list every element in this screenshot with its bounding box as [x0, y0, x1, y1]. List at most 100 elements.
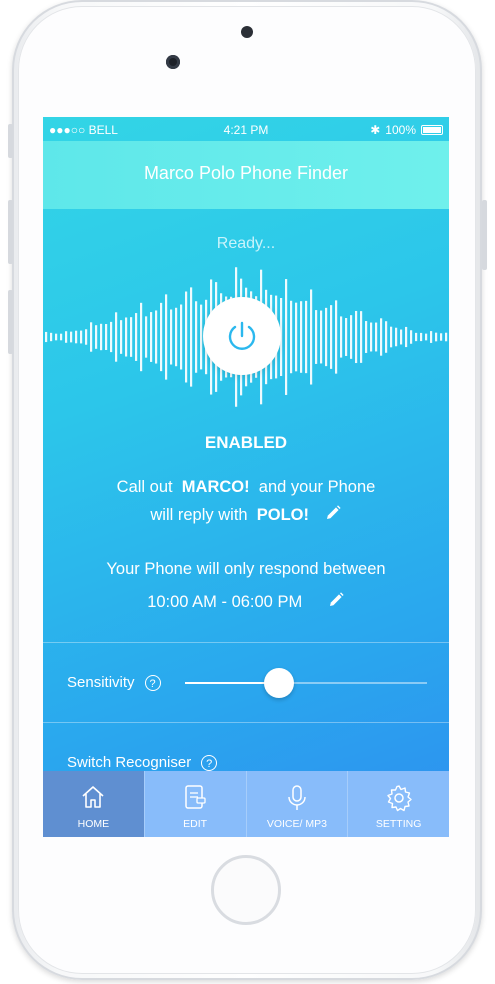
- wave-bar: [285, 279, 288, 395]
- wave-bar: [310, 289, 313, 385]
- wave-bar: [165, 294, 168, 380]
- wave-bar: [130, 317, 133, 357]
- wave-bar: [175, 307, 178, 367]
- wave-bar: [435, 332, 438, 342]
- wave-bar: [325, 307, 328, 367]
- switch-recogniser-row[interactable]: Switch Recogniser?: [67, 754, 218, 772]
- wave-bar: [425, 333, 428, 341]
- wave-bar: [115, 312, 118, 362]
- wave-bar: [295, 302, 298, 372]
- nav-bar: Marco Polo Phone Finder: [43, 141, 449, 209]
- volume-up-button: [8, 200, 13, 264]
- wave-bar: [415, 332, 418, 342]
- sensitivity-label: Sensitivity: [67, 674, 135, 691]
- wave-bar: [150, 312, 153, 362]
- power-button[interactable]: [203, 297, 281, 375]
- wave-bar: [185, 291, 188, 383]
- gear-icon: [348, 783, 449, 813]
- slider-thumb[interactable]: [264, 668, 295, 698]
- wave-bar: [350, 315, 353, 359]
- tab-bar: HOME EDIT VOICE/ MP3 SETTING: [43, 771, 449, 837]
- keyword-polo: POLO!: [256, 505, 309, 524]
- status-bar: ●●●○○ BELL 4:21 PM ✱ 100%: [43, 117, 449, 141]
- wave-bar: [110, 321, 113, 353]
- wave-bar: [440, 333, 443, 341]
- wave-bar: [395, 327, 398, 347]
- tab-voice-mp3[interactable]: VOICE/ MP3: [245, 771, 348, 837]
- state-label: ENABLED: [204, 433, 288, 452]
- wave-bar: [145, 316, 148, 358]
- wave-bar: [360, 311, 363, 363]
- battery-icon: [421, 125, 443, 135]
- tab-setting[interactable]: SETTING: [347, 771, 449, 837]
- page-title: Marco Polo Phone Finder: [143, 163, 349, 183]
- wave-bar: [60, 333, 63, 341]
- wave-bar: [105, 324, 108, 350]
- wave-bar: [330, 305, 333, 369]
- wave-bar: [170, 309, 173, 365]
- time-range-line: 10:00 AM - 06:00 PM: [43, 591, 449, 614]
- mute-switch: [8, 124, 13, 158]
- callout-line: Call out MARCO! and your Phone: [116, 478, 376, 496]
- wave-bar: [345, 318, 348, 356]
- wave-bar: [160, 302, 163, 372]
- wave-bar: [90, 322, 93, 352]
- edit-icon: [145, 783, 246, 813]
- wave-bar: [135, 313, 138, 361]
- keyword-marco: MARCO!: [181, 478, 250, 496]
- switch-recogniser-label: Switch Recogniser: [67, 754, 192, 771]
- switch-help-icon[interactable]: ?: [201, 755, 218, 772]
- app-screen: ●●●○○ BELL 4:21 PM ✱ 100% Marco Polo Pho…: [43, 117, 449, 837]
- microphone-icon: [247, 783, 348, 813]
- wave-bar: [380, 318, 383, 356]
- battery-percent: 100%: [385, 123, 416, 137]
- wave-bar: [375, 322, 378, 352]
- wave-bar: [125, 317, 128, 357]
- status-text: Ready...: [216, 235, 276, 252]
- wave-bar: [120, 320, 123, 354]
- wave-bar: [305, 300, 308, 374]
- wave-bar: [140, 302, 143, 372]
- wave-bar: [300, 301, 303, 373]
- wave-bar: [190, 287, 193, 387]
- wave-bar: [405, 326, 408, 348]
- wave-bar: [85, 329, 88, 345]
- wave-bar: [370, 322, 373, 352]
- wave-bar: [195, 301, 198, 373]
- edit-time-pencil-icon[interactable]: [327, 591, 345, 614]
- wave-bar: [385, 321, 388, 353]
- power-side-button: [482, 200, 487, 270]
- wave-bar: [420, 332, 423, 342]
- tab-edit[interactable]: EDIT: [143, 771, 246, 837]
- bluetooth-icon: ✱: [370, 123, 381, 137]
- wave-bar: [390, 326, 393, 348]
- wave-bar: [320, 310, 323, 364]
- wave-bar: [315, 310, 318, 364]
- sensitivity-row: Sensitivity?: [67, 674, 161, 692]
- home-button[interactable]: [211, 855, 281, 925]
- earpiece: [241, 26, 253, 38]
- wave-bar: [65, 331, 68, 343]
- wave-bar: [180, 304, 183, 370]
- sensitivity-slider[interactable]: [185, 668, 427, 698]
- edit-phrase-pencil-icon[interactable]: [324, 504, 342, 527]
- tab-home[interactable]: HOME: [43, 771, 144, 837]
- divider: [43, 722, 449, 723]
- wave-bar: [55, 333, 58, 341]
- wave-bar: [95, 325, 98, 349]
- volume-down-button: [8, 290, 13, 354]
- wave-bar: [340, 316, 343, 358]
- home-icon: [43, 783, 144, 813]
- wave-bar: [75, 330, 78, 344]
- reply-line: will reply with POLO!: [43, 504, 449, 527]
- wave-bar: [355, 310, 358, 364]
- sensitivity-help-icon[interactable]: ?: [144, 675, 161, 692]
- wave-bar: [290, 300, 293, 374]
- wave-bar: [155, 310, 158, 364]
- wave-bar: [80, 330, 83, 344]
- wave-bar: [410, 330, 413, 344]
- wave-bar: [100, 323, 103, 351]
- wave-bar: [365, 321, 368, 353]
- wave-bar: [400, 329, 403, 345]
- wave-bar: [335, 300, 338, 374]
